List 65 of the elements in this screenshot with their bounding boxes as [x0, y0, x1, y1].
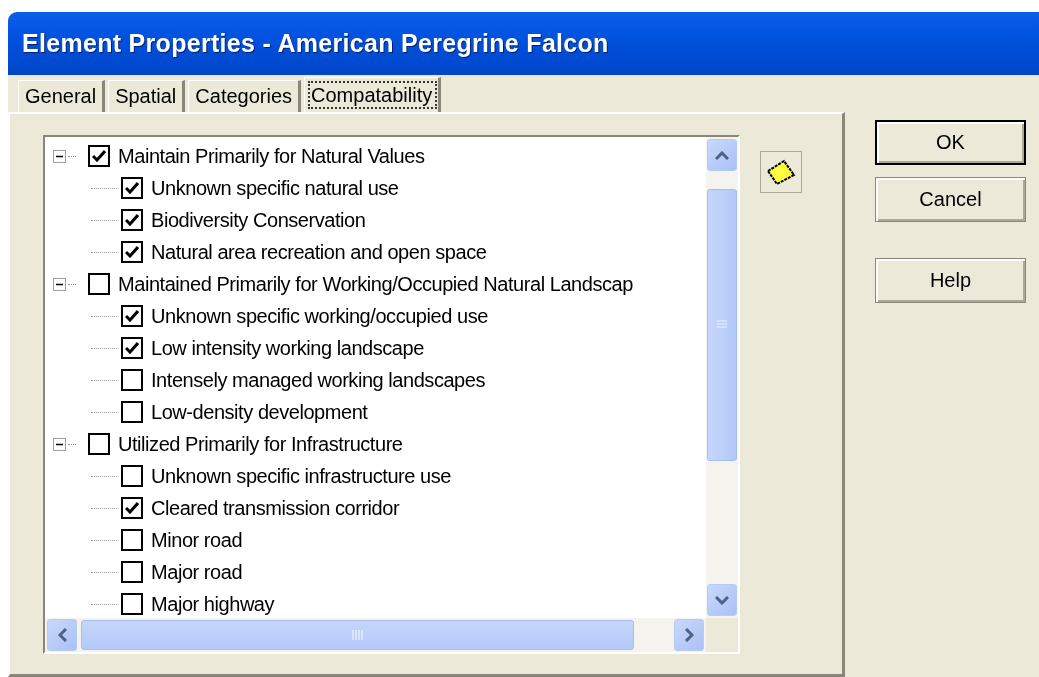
- checkbox[interactable]: [121, 305, 143, 327]
- tree-item-label[interactable]: Major highway: [151, 592, 275, 616]
- scroll-right-button[interactable]: [674, 619, 704, 651]
- chevron-left-icon: [57, 628, 67, 642]
- tree-item-label[interactable]: Unknown specific natural use: [151, 176, 399, 200]
- checkbox[interactable]: [121, 497, 143, 519]
- checkbox[interactable]: [121, 337, 143, 359]
- checkbox[interactable]: [121, 177, 143, 199]
- checkbox[interactable]: [121, 561, 143, 583]
- scrollbar-corner: [706, 618, 738, 652]
- note-button[interactable]: [760, 151, 802, 193]
- chevron-down-icon: [715, 595, 729, 605]
- tree-item-label[interactable]: Intensely managed working landscapes: [151, 368, 485, 392]
- checkbox[interactable]: [88, 273, 110, 295]
- scroll-down-button[interactable]: [707, 584, 737, 616]
- tab[interactable]: Compatability: [304, 77, 442, 113]
- check-mark-icon: [125, 246, 139, 258]
- checkbox[interactable]: [121, 465, 143, 487]
- check-mark-icon: [125, 214, 139, 226]
- grip-icon: [716, 320, 728, 330]
- checkbox[interactable]: [121, 529, 143, 551]
- tree-item-label[interactable]: Major road: [151, 560, 243, 584]
- collapse-icon[interactable]: [53, 277, 66, 291]
- check-mark-icon: [92, 150, 106, 162]
- dialog-button[interactable]: Help: [875, 258, 1026, 303]
- checkbox[interactable]: [88, 145, 110, 167]
- grip-icon: [351, 629, 364, 641]
- checkbox[interactable]: [121, 593, 143, 615]
- checkbox[interactable]: [121, 369, 143, 391]
- tree-item-label[interactable]: Maintain Primarily for Natural Values: [118, 144, 425, 168]
- tree-item-label[interactable]: Cleared transmission corridor: [151, 496, 400, 520]
- vertical-scrollbar[interactable]: [706, 137, 738, 618]
- tree-item-label[interactable]: Natural area recreation and open space: [151, 240, 487, 264]
- tree-item-label[interactable]: Biodiversity Conservation: [151, 208, 366, 232]
- dialog-button[interactable]: Cancel: [875, 177, 1026, 222]
- scroll-thumb[interactable]: [707, 189, 737, 461]
- tree-item-label[interactable]: Unknown specific working/occupied use: [151, 304, 488, 328]
- chevron-right-icon: [684, 628, 694, 642]
- collapse-icon[interactable]: [53, 149, 66, 163]
- check-mark-icon: [125, 502, 139, 514]
- scroll-up-button[interactable]: [707, 139, 737, 171]
- checkbox[interactable]: [121, 241, 143, 263]
- note-icon: [766, 158, 796, 186]
- tab[interactable]: Spatial: [108, 80, 186, 112]
- horizontal-scrollbar[interactable]: [45, 618, 706, 652]
- tree-item-label[interactable]: Utilized Primarily for Infrastructure: [118, 432, 403, 456]
- check-mark-icon: [125, 182, 139, 194]
- tab[interactable]: General: [18, 80, 106, 112]
- scroll-left-button[interactable]: [47, 619, 77, 651]
- checkbox[interactable]: [121, 401, 143, 423]
- scroll-thumb[interactable]: [81, 620, 634, 650]
- check-mark-icon: [125, 310, 139, 322]
- tree-item-label[interactable]: Low-density development: [151, 400, 368, 424]
- tree-item-label[interactable]: Low intensity working landscape: [151, 336, 424, 360]
- window-title: Element Properties - American Peregrine Falcon: [22, 29, 609, 58]
- collapse-icon[interactable]: [53, 437, 66, 451]
- checkbox[interactable]: [121, 209, 143, 231]
- tree-item-label[interactable]: Maintained Primarily for Working/Occupied Natural Landscap: [118, 272, 633, 296]
- chevron-up-icon: [715, 150, 729, 160]
- check-mark-icon: [125, 342, 139, 354]
- dialog-button[interactable]: OK: [875, 120, 1026, 165]
- tree-item-label[interactable]: Minor road: [151, 528, 243, 552]
- tab[interactable]: Categories: [188, 80, 302, 112]
- checkbox[interactable]: [88, 433, 110, 455]
- tree-item-label[interactable]: Unknown specific infrastructure use: [151, 464, 451, 488]
